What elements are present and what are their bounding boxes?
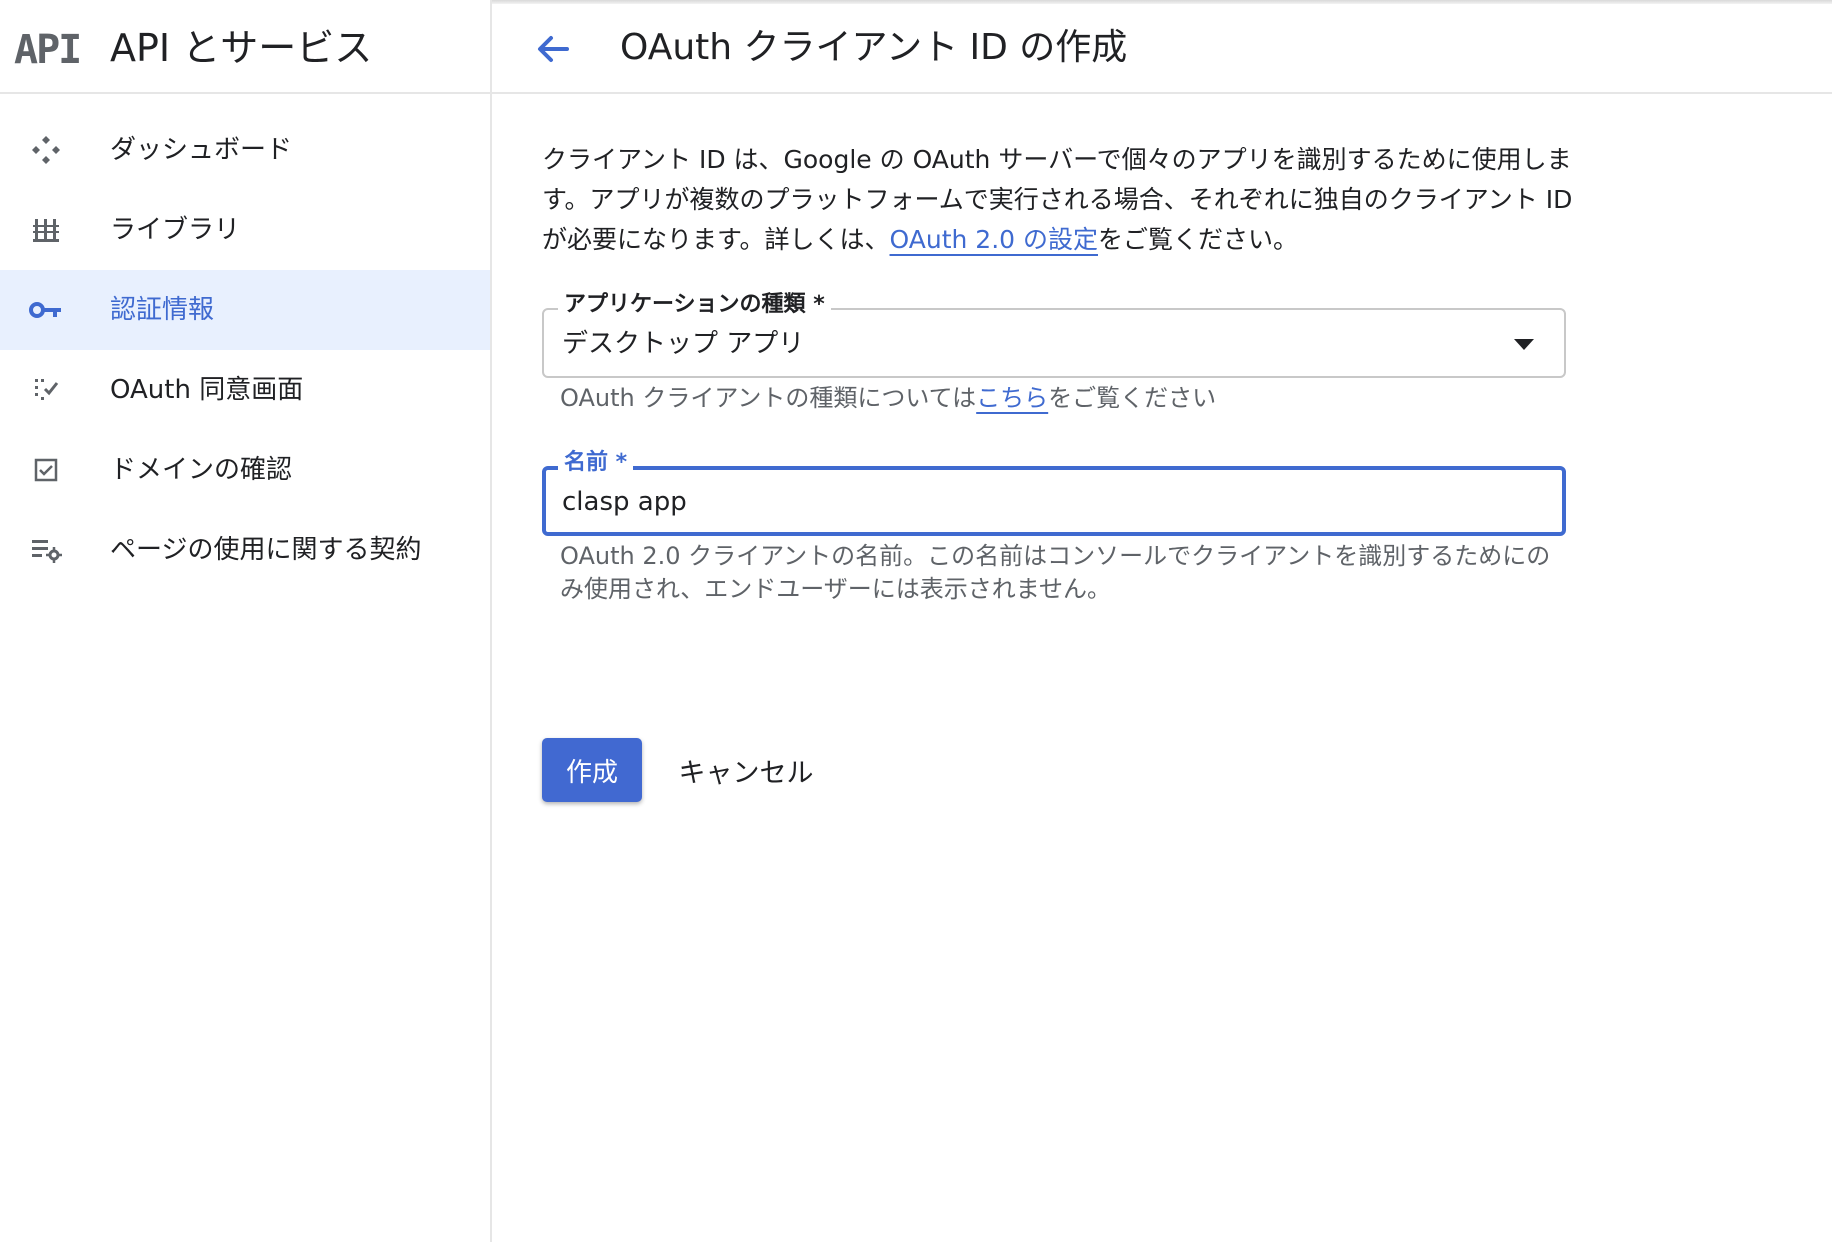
dashboard-icon <box>24 128 68 172</box>
sidebar-item-label: ライブラリ <box>110 215 241 245</box>
sidebar-item-library[interactable]: ライブラリ <box>0 190 490 270</box>
hint-suffix: をご覧ください <box>1048 384 1217 412</box>
sidebar-item-label: 認証情報 <box>110 295 215 325</box>
intro-suffix: をご覧ください。 <box>1098 225 1299 254</box>
checkbox-icon <box>24 448 68 492</box>
name-label: 名前 * <box>558 448 634 478</box>
application-type-select[interactable]: アプリケーションの種類 * デスクトップ アプリ <box>542 290 1566 378</box>
library-icon <box>24 208 68 252</box>
intro-text: クライアント ID は、Google の OAuth サーバーで個々のアプリを識… <box>542 140 1602 260</box>
application-type-label: アプリケーションの種類 * <box>558 290 831 320</box>
name-input[interactable]: clasp app <box>562 484 687 520</box>
cancel-button[interactable]: キャンセル <box>672 738 820 802</box>
dropdown-arrow-icon <box>1514 339 1534 350</box>
sidebar-item-credentials[interactable]: 認証情報 <box>0 270 490 350</box>
page-title: OAuth クライアント ID の作成 <box>620 27 1128 68</box>
settings-list-icon <box>24 528 68 572</box>
page-header: OAuth クライアント ID の作成 <box>492 4 1832 94</box>
hint-prefix: OAuth クライアントの種類については <box>560 384 977 412</box>
sidebar-header: API API とサービス <box>0 4 492 94</box>
application-type-hint: OAuth クライアントの種類についてはこちらをご覧ください <box>560 382 1216 415</box>
oauth-settings-link[interactable]: OAuth 2.0 の設定 <box>890 225 1098 254</box>
sidebar-item-oauth-consent[interactable]: OAuth 同意画面 <box>0 350 490 430</box>
sidebar-item-dashboard[interactable]: ダッシュボード <box>0 110 490 190</box>
sidebar-item-label: ダッシュボード <box>110 135 293 165</box>
consent-screen-icon <box>24 368 68 412</box>
create-button[interactable]: 作成 <box>542 738 642 802</box>
sidebar-item-label: ドメインの確認 <box>110 455 293 485</box>
back-button[interactable] <box>528 26 578 76</box>
main-content: OAuth クライアント ID の作成 クライアント ID は、Google の… <box>492 0 1832 1242</box>
arrow-back-icon <box>535 31 571 71</box>
sidebar-item-domain-verification[interactable]: ドメインの確認 <box>0 430 490 510</box>
sidebar: API API とサービス ダッシュボード ライブラリ 認証情報 OAuth 同… <box>0 0 492 1242</box>
sidebar-item-label: OAuth 同意画面 <box>110 375 304 405</box>
key-icon <box>24 288 68 332</box>
name-field[interactable]: 名前 * clasp app <box>542 448 1566 536</box>
sidebar-nav: ダッシュボード ライブラリ 認証情報 OAuth 同意画面 ドメインの確認 ペー… <box>0 110 490 590</box>
sidebar-item-label: ページの使用に関する契約 <box>110 535 422 565</box>
name-hint: OAuth 2.0 クライアントの名前。この名前はコンソールでクライアントを識別… <box>560 542 1551 603</box>
client-type-info-link[interactable]: こちら <box>976 384 1048 412</box>
application-type-value: デスクトップ アプリ <box>562 329 805 359</box>
api-logo: API <box>14 27 82 73</box>
app-title: API とサービス <box>110 26 373 70</box>
sidebar-item-page-usage-agreements[interactable]: ページの使用に関する契約 <box>0 510 490 590</box>
